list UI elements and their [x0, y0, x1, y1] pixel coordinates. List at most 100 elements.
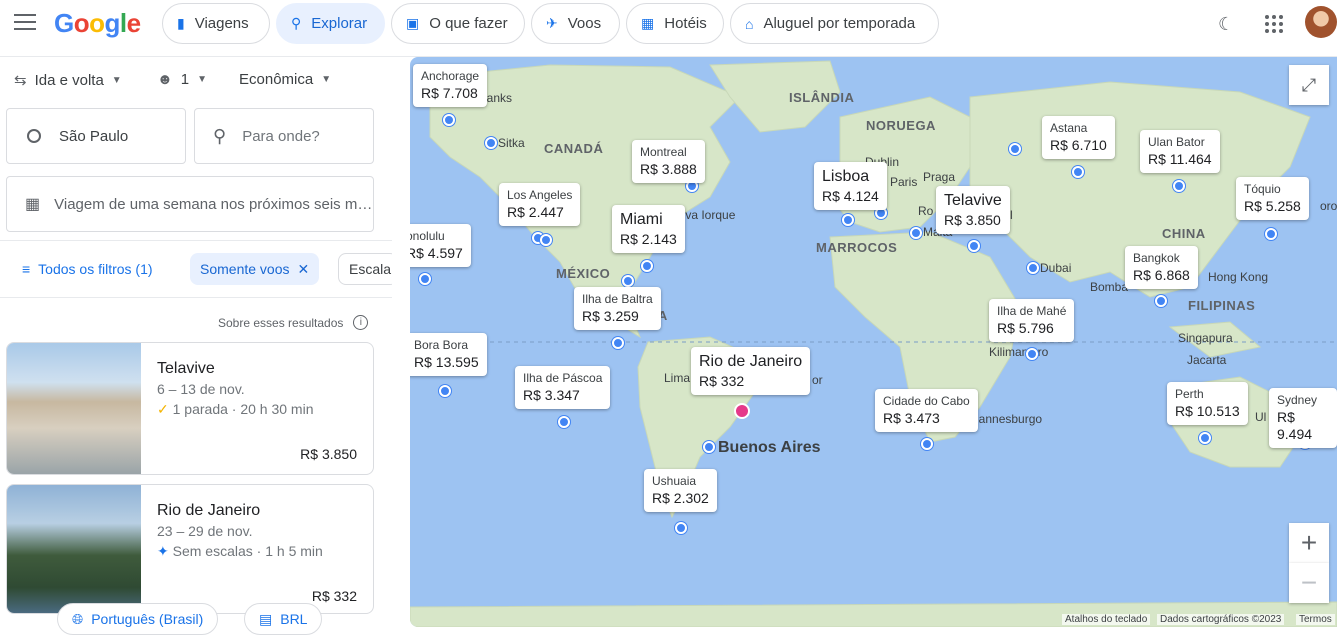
- nonstop-filter-chip[interactable]: Somente voos ✕: [190, 253, 320, 285]
- city-label: Dubai: [1040, 261, 1072, 275]
- price-tag-mahe[interactable]: Ilha de Mahé R$ 5.796: [989, 299, 1075, 343]
- region-label: NORUEGA: [866, 118, 936, 133]
- result-card-rio[interactable]: Rio de Janeiro 23 – 29 de nov. ✦ Sem esc…: [6, 484, 374, 614]
- apps-grid-icon[interactable]: [1265, 15, 1283, 33]
- region-label: ISLÂNDIA: [789, 90, 855, 105]
- city-label: Singapura: [1178, 331, 1233, 345]
- search-panel: ⇆ Ida e volta ▼ ☻ 1 ▼ Econômica ▼ São Pa…: [0, 57, 392, 640]
- price-tag-montreal[interactable]: Montreal R$ 3.888: [632, 140, 705, 184]
- stops-filter-chip[interactable]: Escala: [338, 253, 392, 285]
- language-button[interactable]: 🌐︎ Português (Brasil): [57, 603, 219, 635]
- calendar-icon: ▦: [25, 196, 41, 213]
- location-pin-icon: ⚲: [213, 125, 227, 146]
- passengers-select[interactable]: ☻ 1 ▼: [157, 71, 207, 88]
- dark-mode-icon[interactable]: ☾: [1218, 14, 1234, 35]
- destination-photo: [7, 485, 141, 613]
- price-tag-easter-island[interactable]: Ilha de Páscoa R$ 3.347: [515, 366, 611, 410]
- main-menu-icon[interactable]: [14, 14, 36, 32]
- price-tag-honolulu[interactable]: onoluluR$ 4.597: [410, 224, 471, 268]
- price-tag-miami[interactable]: Miami R$ 2.143: [612, 205, 685, 253]
- all-filters-button[interactable]: ≡ Todos os filtros (1): [12, 253, 163, 285]
- airport-pin[interactable]: [1155, 295, 1167, 307]
- destination-field[interactable]: ⚲ Para onde?: [194, 108, 374, 164]
- airport-pin[interactable]: [1199, 432, 1211, 444]
- city-label: Paris: [890, 175, 918, 189]
- airport-pin[interactable]: [1027, 262, 1039, 274]
- region-label: CHINA: [1162, 226, 1206, 241]
- airport-pin[interactable]: [1026, 348, 1038, 360]
- google-logo[interactable]: Google: [54, 8, 141, 39]
- price-tag-perth[interactable]: Perth R$ 10.513: [1167, 382, 1248, 426]
- price-tag-tokyo[interactable]: Tóquio R$ 5.258: [1236, 177, 1309, 221]
- price-tag-sydney[interactable]: Sydney R$ 9.494: [1269, 388, 1337, 448]
- top-bar: Google ▮ Viagens ⚲ Explorar ▣ O que fazer ✈…: [0, 0, 1337, 48]
- price-tag-ushuaia[interactable]: Ushuaia R$ 2.302: [644, 469, 717, 513]
- nav-hotels[interactable]: ▦ Hotéis: [626, 3, 724, 44]
- cabin-class-select[interactable]: Econômica ▼: [239, 71, 331, 88]
- nav-vacation-rentals[interactable]: ⌂ Aluguel por temporada: [730, 3, 939, 44]
- world-map[interactable]: CANADÁ ISLÂNDIA NORUEGA MÉXICO MARROCOS …: [410, 57, 1337, 627]
- divider: [0, 240, 392, 241]
- fullscreen-button[interactable]: ⤢: [1289, 65, 1329, 105]
- airport-pin[interactable]: [1009, 143, 1021, 155]
- results-info[interactable]: Sobre esses resultados i: [218, 315, 369, 330]
- origin-circle-icon: [27, 129, 41, 143]
- currency-button[interactable]: ▤ BRL: [244, 603, 323, 635]
- nav-explore[interactable]: ⚲ Explorar: [276, 3, 385, 44]
- zoom-out-button[interactable]: −: [1289, 563, 1329, 603]
- airport-pin[interactable]: [910, 227, 922, 239]
- price-tag-tel-aviv[interactable]: Telavive R$ 3.850: [936, 186, 1010, 234]
- city-label: Praga: [923, 170, 956, 184]
- airport-pin[interactable]: [1265, 228, 1277, 240]
- terms-link[interactable]: Termos: [1296, 614, 1335, 625]
- trip-type-select[interactable]: ⇆ Ida e volta ▼: [14, 71, 122, 90]
- airport-pin[interactable]: [485, 137, 497, 149]
- price-tag-lisbon[interactable]: Lisboa R$ 4.124: [814, 162, 887, 210]
- airport-pin[interactable]: [921, 438, 933, 450]
- date-field[interactable]: ▦ Viagem de uma semana nos próximos seis…: [6, 176, 374, 232]
- airport-pin[interactable]: [1173, 180, 1185, 192]
- airport-pin[interactable]: [439, 385, 451, 397]
- airport-pin[interactable]: [443, 114, 455, 126]
- avatar[interactable]: [1305, 6, 1337, 38]
- price-tag-baltra[interactable]: Ilha de Baltra R$ 3.259: [574, 287, 661, 331]
- airport-pin[interactable]: [622, 275, 634, 287]
- price-tag-bangkok[interactable]: Bangkok R$ 6.868: [1125, 246, 1198, 290]
- price-tag-ulan-bator[interactable]: Ulan Bator R$ 11.464: [1140, 130, 1220, 174]
- price-tag-cape-town[interactable]: Cidade do Cabo R$ 3.473: [875, 389, 978, 433]
- price-tag-astana[interactable]: Astana R$ 6.710: [1042, 116, 1115, 160]
- airport-pin[interactable]: [540, 234, 552, 246]
- city-label: Ul: [1255, 410, 1267, 424]
- origin-field[interactable]: São Paulo: [6, 108, 186, 164]
- airport-pin[interactable]: [703, 441, 715, 453]
- price-tag-bora-bora[interactable]: Bora Bora R$ 13.595: [410, 333, 487, 377]
- city-label: Jacarta: [1187, 353, 1227, 367]
- keyboard-shortcuts-link[interactable]: Atalhos do teclado: [1062, 614, 1151, 625]
- airport-pin[interactable]: [968, 240, 980, 252]
- city-label: Ro: [918, 204, 934, 218]
- airport-pin[interactable]: [419, 273, 431, 285]
- airport-pin[interactable]: [612, 337, 624, 349]
- airport-pin[interactable]: [675, 522, 687, 534]
- city-label: or: [812, 373, 823, 387]
- airport-pin[interactable]: [842, 214, 854, 226]
- divider: [0, 297, 392, 298]
- city-label: l: [1010, 208, 1013, 222]
- nav-flights[interactable]: ✈ Voos: [531, 3, 620, 44]
- airport-pin[interactable]: [558, 416, 570, 428]
- close-icon[interactable]: ✕: [298, 261, 310, 278]
- region-label: FILIPINAS: [1188, 298, 1256, 313]
- airline-logo-icon: ✓: [157, 401, 169, 417]
- nav-trips[interactable]: ▮ Viagens: [162, 3, 270, 44]
- price-tag-los-angeles[interactable]: Los Angeles R$ 2.447: [499, 183, 581, 227]
- result-card-telavive[interactable]: Telavive 6 – 13 de nov. ✓ 1 parada · 20 …: [6, 342, 374, 475]
- dropdown-arrow-icon: ▼: [111, 74, 122, 86]
- region-label: MÉXICO: [556, 266, 611, 281]
- price-tag-anchorage[interactable]: Anchorage R$ 7.708: [413, 64, 488, 108]
- price-tag-rio[interactable]: Rio de Janeiro R$ 332: [691, 347, 811, 395]
- zoom-in-button[interactable]: +: [1289, 523, 1329, 563]
- airport-pin[interactable]: [1072, 166, 1084, 178]
- airport-pin[interactable]: [641, 260, 653, 272]
- currency-icon: ▤: [259, 610, 273, 627]
- nav-things-to-do[interactable]: ▣ O que fazer: [391, 3, 525, 44]
